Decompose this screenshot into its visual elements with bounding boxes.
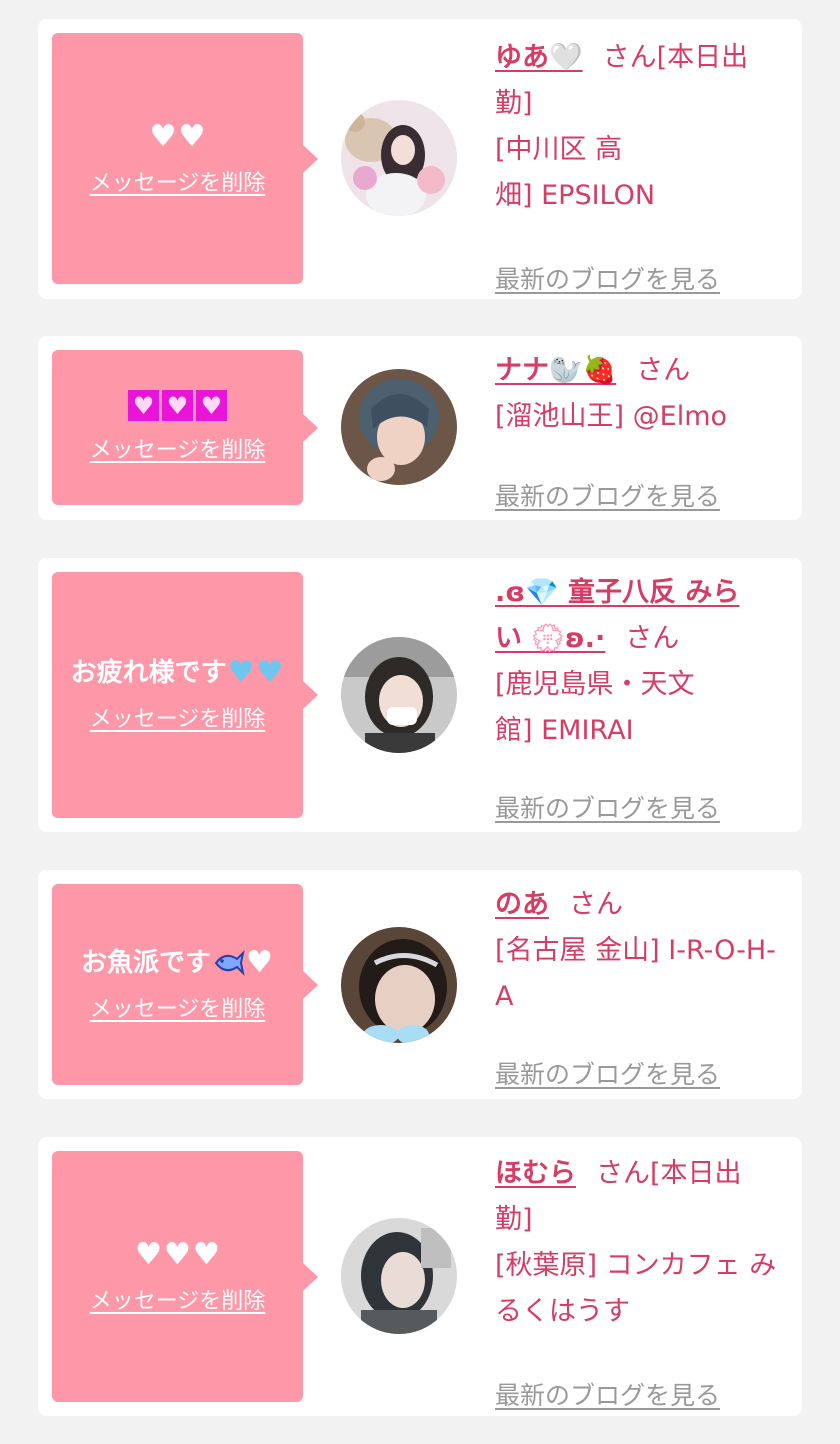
message-bubble: お魚派です ♥ メッセージを削除 xyxy=(52,884,318,1085)
message-card: ♥ ♥ ♥ メッセージを削除 ほむら さん[本日出 勤] [秋葉原] コンカフェ み … xyxy=(38,1137,802,1416)
store-name: [溜池山王] @Elmo xyxy=(495,401,728,432)
store-name: [名古屋 金山] I-R-O-H- xyxy=(495,935,776,966)
latest-blog-link[interactable]: 最新のブログを見る xyxy=(495,1379,720,1413)
white-heart-icon: ♥ xyxy=(164,1236,191,1272)
white-heart-icon: ♥ xyxy=(178,118,206,154)
cast-name-link-cont[interactable]: い 💮ʚ.· xyxy=(495,623,605,654)
store-name: [鹿児島県・天文 xyxy=(495,669,695,700)
message-card: ♥ ♥ ♥ メッセージを削除 ナナ🦭🍓 さん [溜池山王] @Elmo 最新のブログを… xyxy=(38,336,802,520)
message-text: ♥ ♥ ♥ xyxy=(134,1236,221,1272)
store-name-cont: A xyxy=(495,981,514,1012)
working-today-badge: [本日出 xyxy=(650,1158,742,1189)
store-name-cont: るくはうす xyxy=(495,1296,630,1327)
message-bubble: お疲れ様です ♥ ♥ メッセージを削除 xyxy=(52,572,318,818)
message-text-content: お疲れ様です xyxy=(70,658,227,688)
working-today-badge-cont: 勤] xyxy=(495,88,533,119)
fish-icon xyxy=(214,949,245,976)
white-heart-icon: ♥ xyxy=(246,944,273,980)
message-text: お魚派です ♥ xyxy=(81,944,274,980)
working-today-badge: [本日出 xyxy=(656,42,749,73)
store-name: [秋葉原] コンカフェ み xyxy=(495,1250,777,1281)
avatar[interactable] xyxy=(341,1218,457,1334)
cast-info: ゆあ🤍 さん[本日出 勤] [中川区 高 畑] EPSILON 最新のブログを見る xyxy=(495,35,791,294)
cast-info: ほむら さん[本日出 勤] [秋葉原] コンカフェ み るくはうす 最新のブログを… xyxy=(495,1151,791,1410)
delete-message-link[interactable]: メッセージを削除 xyxy=(90,170,266,198)
cast-info: .ɞ💎 童子八反 みら い 💮ʚ.· さん [鹿児島県・天文 館] EMIRAI … xyxy=(495,570,791,823)
honorific: さん xyxy=(625,623,680,654)
cast-name-link[interactable]: ゆあ🤍 xyxy=(495,42,583,73)
latest-blog-link[interactable]: 最新のブログを見る xyxy=(495,263,720,297)
blue-heart-icon: ♥ xyxy=(256,655,284,690)
message-list: ♥ ♥ メッセージを削除 ゆあ🤍 さん[本日出 勤] [中川区 高 畑] EPSIL… xyxy=(0,0,840,1444)
heart-decoration-icon: ♥ xyxy=(128,390,159,421)
delete-message-link[interactable]: メッセージを削除 xyxy=(90,1288,266,1316)
cast-name-link[interactable]: のあ xyxy=(495,889,549,920)
blue-heart-icon: ♥ xyxy=(227,655,255,690)
avatar[interactable] xyxy=(341,100,457,216)
white-heart-icon: ♥ xyxy=(135,1236,163,1272)
honorific: さん xyxy=(636,355,691,386)
heart-decoration-icon: ♥ xyxy=(162,390,193,421)
store-name-cont: 館] EMIRAI xyxy=(495,715,634,746)
cast-info: ナナ🦭🍓 さん [溜池山王] @Elmo 最新のブログを見る xyxy=(495,348,791,511)
message-bubble: ♥ ♥ ♥ メッセージを削除 xyxy=(52,350,318,505)
delete-message-link[interactable]: メッセージを削除 xyxy=(90,996,266,1024)
delete-message-link[interactable]: メッセージを削除 xyxy=(90,706,266,734)
message-text: ♥ ♥ ♥ xyxy=(127,390,229,421)
message-text-content: お魚派です xyxy=(81,947,212,978)
message-bubble: ♥ ♥ メッセージを削除 xyxy=(52,33,318,284)
working-today-badge-cont: 勤] xyxy=(495,1204,533,1235)
message-card: お魚派です ♥ メッセージを削除 のあさん [名古屋 金山] I-R-O-H- xyxy=(38,870,802,1099)
latest-blog-link[interactable]: 最新のブログを見る xyxy=(495,1058,720,1092)
message-text: ♥ ♥ xyxy=(149,118,207,154)
cast-name-link[interactable]: ほむら xyxy=(495,1158,576,1189)
message-card: ♥ ♥ メッセージを削除 ゆあ🤍 さん[本日出 勤] [中川区 高 畑] EPSIL… xyxy=(38,19,802,299)
message-bubble: ♥ ♥ ♥ メッセージを削除 xyxy=(52,1151,318,1402)
latest-blog-link[interactable]: 最新のブログを見る xyxy=(495,792,720,826)
message-card: お疲れ様です ♥ ♥ メッセージを削除 .ɞ💎 童子八反 みら い 💮ʚ.· さん [… xyxy=(38,558,802,832)
honorific: さん xyxy=(602,42,657,73)
store-name-cont: 畑] EPSILON xyxy=(495,180,656,211)
honorific: さん xyxy=(569,889,623,920)
cast-name-link[interactable]: .ɞ💎 童子八反 みら xyxy=(495,577,739,608)
delete-message-link[interactable]: メッセージを削除 xyxy=(90,437,266,465)
heart-decoration-icon: ♥ xyxy=(196,390,227,421)
white-heart-icon: ♥ xyxy=(149,118,177,154)
white-heart-icon: ♥ xyxy=(192,1236,220,1272)
latest-blog-link[interactable]: 最新のブログを見る xyxy=(495,480,720,514)
cast-name-link[interactable]: ナナ🦭🍓 xyxy=(495,355,616,386)
honorific: さん xyxy=(596,1158,650,1189)
store-name: [中川区 高 xyxy=(495,134,623,165)
message-text: お疲れ様です ♥ ♥ xyxy=(71,656,285,690)
avatar[interactable] xyxy=(341,369,457,485)
cast-info: のあ さん [名古屋 金山] I-R-O-H- A 最新のブログを見る xyxy=(495,882,791,1089)
avatar[interactable] xyxy=(341,637,457,753)
avatar[interactable] xyxy=(341,927,457,1043)
